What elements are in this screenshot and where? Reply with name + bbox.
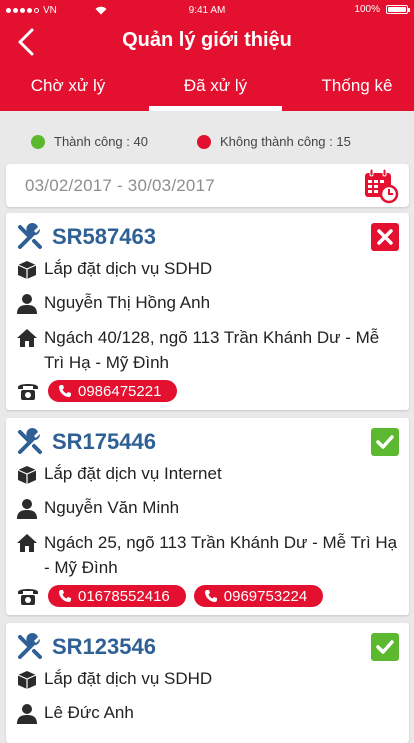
customer-row: Lê Đức Anh [16, 703, 134, 725]
package-icon [17, 466, 37, 484]
fail-label: Không thành công : 15 [220, 134, 351, 149]
date-range-filter[interactable]: 03/02/2017 - 30/03/2017 [6, 164, 409, 207]
phone-row: 01678552416 0969753224 [16, 585, 324, 607]
phone-row: 0986475221 [16, 380, 178, 402]
phone-button[interactable]: 0986475221 [48, 380, 178, 402]
phone-icon [204, 590, 217, 602]
success-label: Thành công : 40 [54, 134, 148, 149]
address-row: Ngách 25, ngõ 113 Trần Khánh Dư - Mễ Trì… [16, 530, 399, 580]
service-text: Lắp đặt dịch vụ SDHD [44, 669, 213, 688]
home-icon [17, 534, 37, 552]
telephone-icon [18, 589, 38, 605]
referral-card[interactable]: SR587463 Lắp đặt dịch vụ SDHD Nguyễn Thị… [6, 213, 409, 410]
referral-card[interactable]: SR175446 Lắp đặt dịch vụ Internet Nguyễn… [6, 418, 409, 615]
user-icon [17, 499, 37, 519]
request-code: SR175446 [52, 429, 156, 454]
battery-icon [386, 5, 410, 14]
customer-name: Nguyễn Thị Hồng Anh [44, 293, 211, 312]
address-text: Ngách 25, ngõ 113 Trần Khánh Dư - Mễ Trì… [44, 533, 398, 577]
fail-count: Không thành công : 15 [197, 134, 351, 149]
success-count: Thành công : 40 [31, 134, 148, 149]
success-dot-icon [31, 134, 45, 149]
user-icon [17, 294, 37, 314]
nav-bar: Quản lý giới thiệu [0, 20, 414, 64]
customer-name: Lê Đức Anh [44, 703, 134, 722]
phone-icon [59, 590, 71, 602]
success-status-icon [371, 428, 399, 456]
phone-button[interactable]: 01678552416 [48, 585, 186, 607]
package-icon [17, 261, 37, 279]
service-row: Lắp đặt dịch vụ Internet [16, 464, 222, 486]
customer-row: Nguyễn Thị Hồng Anh [16, 293, 210, 315]
status-time: 9:41 AM [188, 5, 226, 16]
telephone-icon [18, 384, 38, 400]
tab-bar: Chờ xử lý Đã xử lý Thống kê [0, 66, 414, 111]
success-status-icon [371, 633, 399, 661]
date-range-value: 03/02/2017 - 30/03/2017 [25, 176, 215, 195]
card-code: SR587463 [16, 223, 156, 251]
phone-number: 0969753224 [223, 587, 308, 605]
fail-dot-icon [197, 134, 211, 149]
failed-status-icon [371, 223, 399, 251]
address-row: Ngách 40/128, ngõ 113 Trần Khánh Dư - Mễ… [16, 325, 399, 375]
active-tab-indicator [149, 106, 282, 111]
phone-icon [59, 385, 71, 397]
tab-statistics[interactable]: Thống kê [300, 76, 414, 96]
service-text: Lắp đặt dịch vụ SDHD [44, 259, 213, 278]
package-icon [17, 671, 37, 689]
page-title: Quản lý giới thiệu [122, 29, 292, 51]
tools-icon [18, 223, 42, 249]
user-icon [17, 704, 37, 724]
battery-percent: 100% [354, 4, 380, 15]
status-right: 100% [354, 4, 410, 15]
customer-name: Nguyễn Văn Minh [44, 498, 180, 517]
status-bar: VN 9:41 AM 100% [0, 0, 414, 20]
customer-row: Nguyễn Văn Minh [16, 498, 179, 520]
tab-processed[interactable]: Đã xử lý [149, 76, 282, 96]
tools-icon [18, 428, 42, 454]
phone-number: 0986475221 [78, 382, 162, 400]
app-header: VN 9:41 AM 100% Quản lý giới thiệu Chờ x… [0, 0, 414, 111]
phone-button[interactable]: 0969753224 [193, 585, 324, 607]
home-icon [17, 329, 37, 347]
result-summary: Thành công : 40 Không thành công : 15 [0, 130, 414, 154]
service-row: Lắp đặt dịch vụ SDHD [16, 669, 212, 691]
service-row: Lắp đặt dịch vụ SDHD [16, 259, 212, 281]
address-text: Ngách 40/128, ngõ 113 Trần Khánh Dư - Mễ… [44, 328, 380, 372]
request-code: SR123546 [52, 634, 156, 659]
tools-icon [18, 633, 42, 659]
tab-pending[interactable]: Chờ xử lý [0, 76, 136, 96]
card-code: SR123546 [16, 633, 156, 661]
service-text: Lắp đặt dịch vụ Internet [44, 464, 222, 483]
request-code: SR587463 [52, 224, 156, 249]
phone-number: 01678552416 [78, 587, 170, 605]
referral-card[interactable]: SR123546 Lắp đặt dịch vụ SDHD Lê Đức Anh [6, 623, 409, 743]
card-code: SR175446 [16, 428, 156, 456]
calendar-icon[interactable] [363, 168, 399, 204]
